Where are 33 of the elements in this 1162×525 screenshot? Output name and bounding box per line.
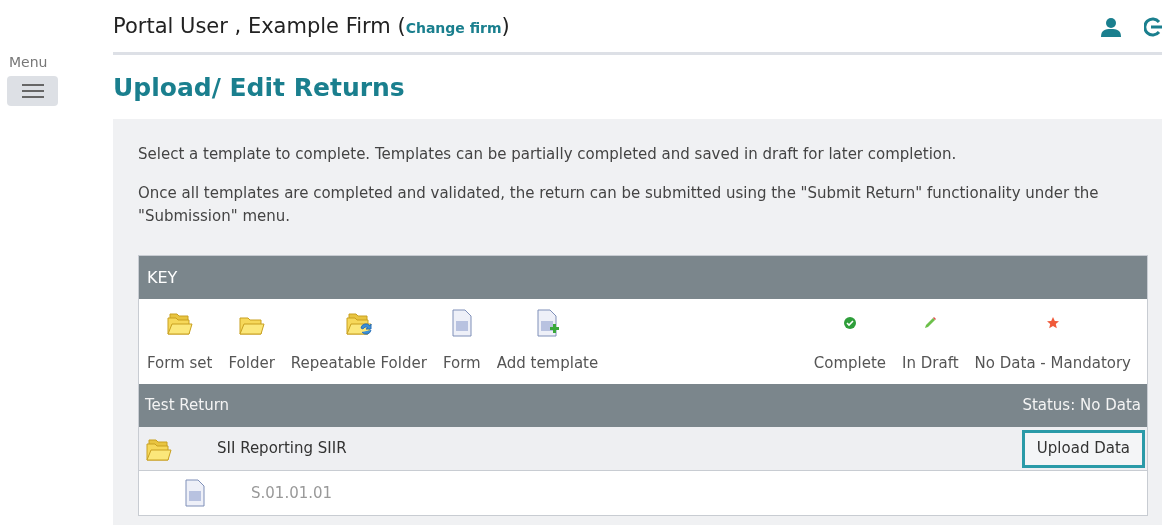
user-firm-text: Portal User , Example Firm (Change firm) xyxy=(113,13,510,41)
key-label: Repeatable Folder xyxy=(290,352,427,374)
key-label: Form xyxy=(442,352,481,374)
key-label: No Data - Mandatory xyxy=(974,352,1131,374)
folders-icon xyxy=(165,310,194,336)
logout-icon[interactable] xyxy=(1144,16,1162,38)
star-icon xyxy=(1045,316,1060,330)
check-circle-icon xyxy=(843,317,856,329)
key-label: Folder xyxy=(228,352,275,374)
return-name: Test Return xyxy=(145,395,230,417)
instruction-text: Once all templates are completed and validated, the return can be submitted using the "Submit Return" functionality under the "Submission" menu. xyxy=(138,183,1100,227)
return-status: Status: No Data xyxy=(1022,395,1141,417)
pencil-icon xyxy=(923,316,938,330)
tree-row[interactable]: SII Reporting SIIR Upload Data xyxy=(139,427,1147,471)
key-label: Complete xyxy=(813,352,887,374)
menu-label: Menu xyxy=(9,53,49,72)
document-plus-icon xyxy=(535,309,560,337)
folder-refresh-icon xyxy=(344,310,373,336)
key-title: KEY xyxy=(147,266,178,289)
user-icon[interactable] xyxy=(1100,17,1122,37)
menu-icon xyxy=(21,84,44,98)
key-label: Add template xyxy=(496,352,599,374)
instruction-text: Select a template to complete. Templates can be partially completed and saved in draft for later completion. xyxy=(138,144,958,165)
row-label: SII Reporting SIIR xyxy=(217,438,347,460)
row-label: S.01.01.01 xyxy=(251,482,333,504)
document-icon xyxy=(449,309,474,337)
key-label: Form set xyxy=(147,352,213,374)
document-icon xyxy=(183,479,207,507)
change-firm-link[interactable]: Change firm xyxy=(405,20,502,37)
page-title: Upload/ Edit Returns xyxy=(113,73,406,103)
upload-data-button[interactable]: Upload Data xyxy=(1021,429,1145,468)
key-label: In Draft xyxy=(902,352,959,374)
menu-button[interactable] xyxy=(7,76,58,106)
